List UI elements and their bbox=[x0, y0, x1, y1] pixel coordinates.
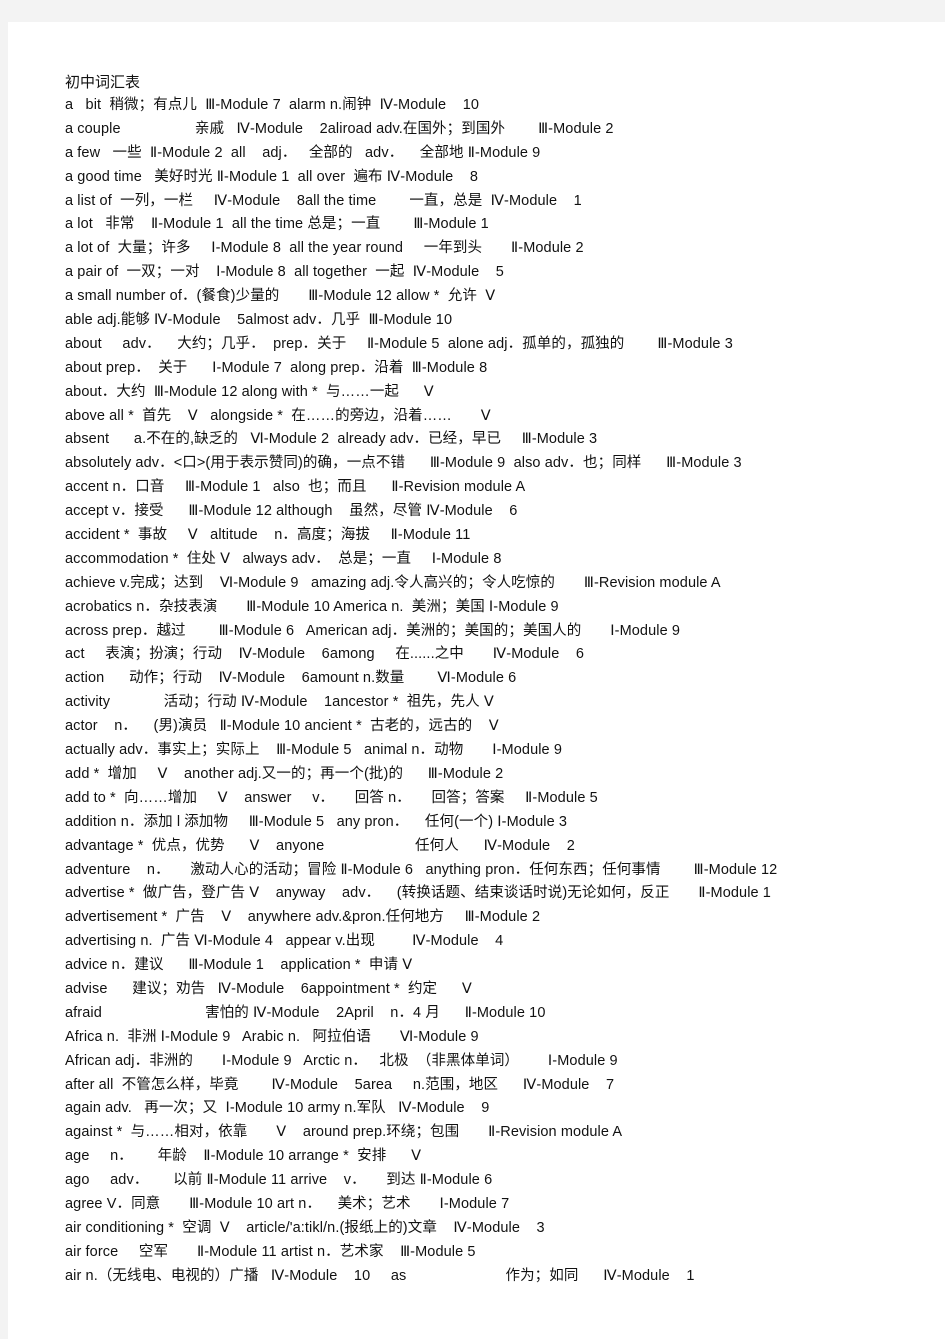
vocabulary-line: age n． 年龄 Ⅱ-Module 10 arrange * 安排 Ⅴ bbox=[65, 1148, 422, 1165]
vocabulary-line: advantage * 优点，优势 Ⅴ anyone 任何人 Ⅳ-Module … bbox=[65, 837, 575, 854]
vocabulary-line: after all 不管怎么样，毕竟 Ⅳ-Module 5area n.范围，地… bbox=[65, 1076, 615, 1093]
vocabulary-line: a couple 亲戚 Ⅳ-Module 2aliroad adv.在国外；到国… bbox=[65, 120, 614, 137]
vocabulary-line: a good time 美好时光 Ⅱ-Module 1 all over 遍布 … bbox=[65, 168, 479, 185]
vocabulary-line: a lot 非常 Ⅱ-Module 1 all the time 总是；一直 Ⅲ… bbox=[65, 216, 489, 233]
vocabulary-line: advertisement * 广告 Ⅴ anywhere adv.&pron.… bbox=[65, 909, 541, 926]
vocabulary-line: actually adv．事实上；实际上 Ⅲ-Module 5 animal n… bbox=[65, 742, 563, 759]
vocabulary-line: absent a.不在的,缺乏的 Ⅵ-Module 2 already adv．… bbox=[65, 431, 598, 448]
vocabulary-line: action 动作；行动 Ⅳ-Module 6amount n.数量 Ⅵ-Mod… bbox=[65, 670, 517, 687]
vocabulary-line: advertise * 做广告，登广告 Ⅴ anyway adv． (转换话题、… bbox=[65, 885, 771, 902]
vocabulary-line: add * 增加 Ⅴ another adj.又一的；再一个(批)的 Ⅲ-Mod… bbox=[65, 765, 504, 782]
vocabulary-line: a few 一些 Ⅱ-Module 2 all adj． 全部的 adv． 全部… bbox=[65, 144, 541, 161]
vocabulary-line: air force 空军 Ⅱ-Module 11 artist n．艺术家 Ⅲ-… bbox=[65, 1243, 476, 1260]
vocabulary-line: about adv． 大约；几乎． prep．关于 Ⅱ-Module 5 alo… bbox=[65, 335, 733, 352]
vocabulary-line: air conditioning * 空调 Ⅴ article/'a:tikl/… bbox=[65, 1219, 545, 1236]
vocabulary-line: addition n．添加 l 添加物 Ⅲ-Module 5 any pron．… bbox=[65, 813, 568, 830]
vocabulary-line: again adv. 再一次；又 Ⅰ-Module 10 army n.军队 Ⅳ… bbox=[65, 1100, 490, 1117]
vocabulary-line: accident * 事故 Ⅴ altitude n．高度；海拔 Ⅱ-Modul… bbox=[65, 527, 471, 544]
vocabulary-line: achieve v.完成；达到 Ⅵ-Module 9 amazing adj.令… bbox=[65, 574, 721, 591]
vocabulary-line: a small number of．(餐食)少量的 Ⅲ-Module 12 al… bbox=[65, 288, 496, 305]
vocabulary-lines: a bit 稍微；有点儿 Ⅲ-Module 7 alarm n.闹钟 Ⅳ-Mod… bbox=[65, 94, 925, 1289]
vocabulary-line: act 表演；扮演；行动 Ⅳ-Module 6among 在......之中 Ⅳ… bbox=[65, 646, 585, 663]
vocabulary-line: a pair of 一双；一对 Ⅰ-Module 8 all together … bbox=[65, 264, 504, 281]
vocabulary-line: African adj．非洲的 Ⅰ-Module 9 Arctic n． 北极 … bbox=[65, 1052, 618, 1069]
vocabulary-line: a lot of 大量；许多 Ⅰ-Module 8 all the year r… bbox=[65, 240, 584, 257]
vocabulary-line: about．大约 Ⅲ-Module 12 along with * 与……一起 … bbox=[65, 383, 434, 400]
vocabulary-line: add to * 向……增加 Ⅴ answer v． 回答 n． 回答；答案 Ⅱ… bbox=[65, 789, 598, 806]
vocabulary-line: a list of 一列，一栏 Ⅳ-Module 8all the time 一… bbox=[65, 192, 582, 209]
vocabulary-line: advertising n. 广告 Ⅵ-Module 4 appear v.出现… bbox=[65, 933, 504, 950]
vocabulary-line: advise 建议；劝告 Ⅳ-Module 6appointment * 约定 … bbox=[65, 980, 472, 997]
vocabulary-line: across prep．越过 Ⅲ-Module 6 American adj．美… bbox=[65, 622, 681, 639]
vocabulary-line: afraid 害怕的 Ⅳ-Module 2April n．4 月 Ⅱ-Modul… bbox=[65, 1004, 546, 1021]
vocabulary-line: agree V．同意 Ⅲ-Module 10 art n． 美术；艺术 Ⅰ-Mo… bbox=[65, 1195, 510, 1212]
vocabulary-line: actor n． (男)演员 Ⅱ-Module 10 ancient * 古老的… bbox=[65, 718, 499, 735]
vocabulary-line: acrobatics n．杂技表演 Ⅲ-Module 10 America n.… bbox=[65, 598, 559, 615]
document-title: 初中词汇表 bbox=[65, 73, 141, 91]
vocabulary-line: above all * 首先 Ⅴ alongside * 在……的旁边，沿着……… bbox=[65, 407, 491, 424]
vocabulary-list: 初中词汇表 a bit 稍微；有点儿 Ⅲ-Module 7 alarm n.闹钟… bbox=[65, 70, 925, 1289]
vocabulary-line: Africa n. 非洲 Ⅰ-Module 9 Arabic n. 阿拉伯语 Ⅵ… bbox=[65, 1028, 479, 1045]
vocabulary-line: accent n．口音 Ⅲ-Module 1 also 也；而且 Ⅱ-Revis… bbox=[65, 479, 526, 496]
vocabulary-line: a bit 稍微；有点儿 Ⅲ-Module 7 alarm n.闹钟 Ⅳ-Mod… bbox=[65, 97, 480, 113]
vocabulary-line: able adj.能够 Ⅳ-Module 5almost adv．几乎 Ⅲ-Mo… bbox=[65, 312, 453, 329]
vocabulary-line: absolutely adv．<口>(用于表示赞同)的确，一点不错 Ⅲ-Modu… bbox=[65, 455, 742, 472]
vocabulary-line: adventure n． 激动人心的活动；冒险 Ⅱ-Module 6 anyth… bbox=[65, 861, 778, 878]
vocabulary-line: activity 活动；行动 Ⅳ-Module 1ancestor * 祖先，先… bbox=[65, 694, 494, 711]
vocabulary-line: advice n．建议 Ⅲ-Module 1 application * 申请 … bbox=[65, 957, 413, 974]
vocabulary-line: against * 与……相对，依靠 Ⅴ around prep.环绕；包围 Ⅱ… bbox=[65, 1124, 623, 1141]
vocabulary-line: about prep． 关于 Ⅰ-Module 7 along prep．沿着 … bbox=[65, 359, 488, 376]
document-page: 初中词汇表 a bit 稍微；有点儿 Ⅲ-Module 7 alarm n.闹钟… bbox=[8, 22, 945, 1339]
vocabulary-line: air n.（无线电、电视的）广播 Ⅳ-Module 10 as 作为；如同 Ⅳ… bbox=[65, 1267, 695, 1284]
vocabulary-line: ago adv． 以前 Ⅱ-Module 11 arrive v． 到达 Ⅱ-M… bbox=[65, 1172, 493, 1189]
vocabulary-line: accept v．接受 Ⅲ-Module 12 although 虽然，尽管 Ⅳ… bbox=[65, 503, 518, 520]
vocabulary-line: accommodation * 住处 Ⅴ always adv． 总是；一直 Ⅰ… bbox=[65, 550, 502, 567]
